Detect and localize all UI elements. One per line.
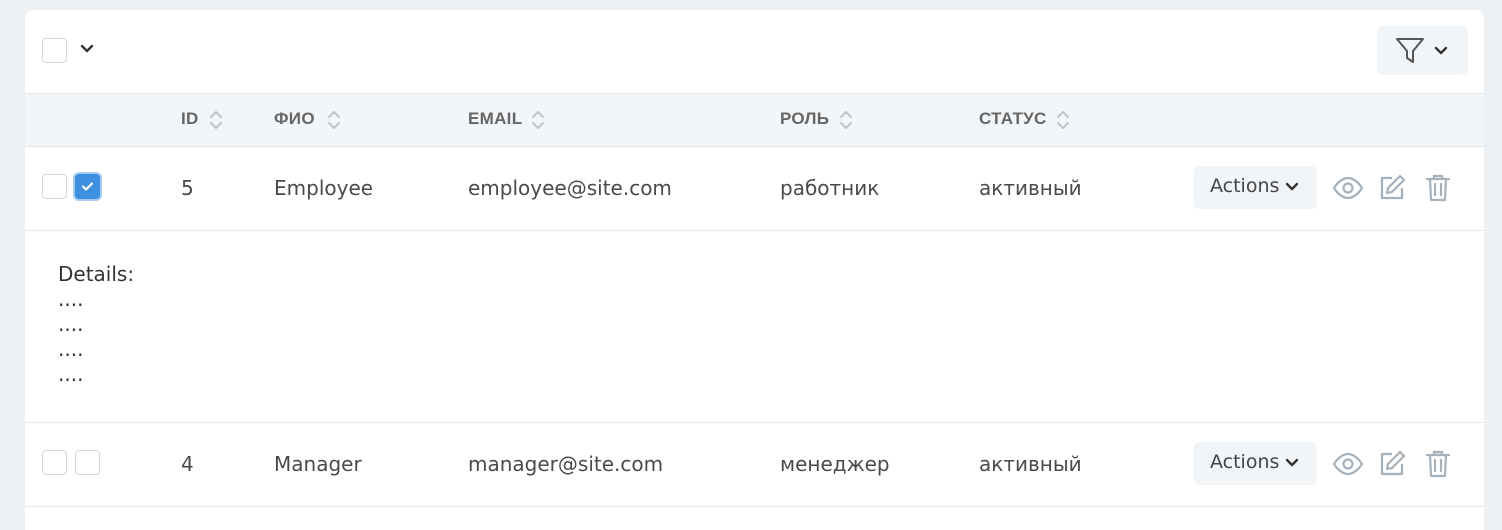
row-select-checkbox[interactable]	[75, 450, 100, 475]
eye-icon[interactable]	[1332, 452, 1364, 476]
filter-chevron-down-icon	[1434, 46, 1448, 55]
cell-email: employee@site.com	[468, 176, 672, 200]
column-header-role[interactable]: РОЛЬ	[780, 94, 829, 146]
details-line: ....	[58, 362, 84, 386]
column-header-email[interactable]: EMAIL	[468, 94, 522, 146]
actions-dropdown-button[interactable]: Actions	[1194, 442, 1317, 485]
column-header-id[interactable]: ID	[181, 94, 199, 146]
details-line: ....	[58, 337, 84, 361]
cell-role: менеджер	[780, 452, 890, 476]
chevron-down-icon	[1285, 458, 1299, 467]
sort-icon[interactable]	[1056, 109, 1070, 131]
column-header-label: ID	[181, 109, 199, 128]
column-header-label: EMAIL	[468, 109, 523, 128]
cell-role: работник	[780, 176, 880, 200]
cell-fio: Employee	[274, 176, 374, 200]
column-header-label: СТАТУС	[979, 109, 1047, 128]
bulk-select-chevron-down-icon[interactable]	[80, 44, 94, 54]
table-toolbar	[25, 10, 1484, 94]
cell-fio: Manager	[274, 452, 362, 476]
cell-status: активный	[979, 176, 1082, 200]
trash-icon[interactable]	[1425, 449, 1451, 479]
column-header-status[interactable]: СТАТУС	[979, 94, 1047, 146]
cell-status: активный	[979, 452, 1082, 476]
row-select-checkbox[interactable]	[75, 174, 100, 199]
cell-id: 5	[181, 176, 194, 200]
actions-dropdown-button[interactable]: Actions	[1194, 166, 1317, 209]
filter-icon	[1396, 38, 1424, 63]
select-all-checkbox[interactable]	[42, 38, 67, 63]
column-header-fio[interactable]: ФИО	[274, 94, 315, 146]
column-header-label: ФИО	[274, 109, 315, 128]
table-row[interactable]: 5 Employee employee@site.com работник ак…	[25, 147, 1484, 231]
row-expand-toggle[interactable]	[42, 450, 67, 475]
actions-label: Actions	[1210, 175, 1280, 197]
checkmark-icon	[82, 182, 93, 191]
filter-button[interactable]	[1377, 26, 1468, 75]
eye-icon[interactable]	[1332, 176, 1364, 200]
edit-icon[interactable]	[1378, 174, 1406, 202]
row-details-panel: Details: .... .... .... ....	[25, 231, 1484, 423]
sort-icon[interactable]	[839, 109, 853, 131]
row-expand-toggle[interactable]	[42, 174, 67, 199]
trash-icon[interactable]	[1425, 173, 1451, 203]
cell-email: manager@site.com	[468, 452, 664, 476]
details-line: ....	[58, 312, 84, 336]
sort-icon[interactable]	[327, 109, 341, 131]
column-header-label: РОЛЬ	[780, 109, 830, 128]
cell-id: 4	[181, 452, 194, 476]
table-header: ID ФИО EMAIL РОЛЬ СТАТУС	[25, 94, 1484, 147]
table-row[interactable]: 4 Manager manager@site.com менеджер акти…	[25, 423, 1484, 507]
details-title: Details:	[58, 262, 135, 286]
edit-icon[interactable]	[1378, 450, 1406, 478]
sort-icon[interactable]	[209, 109, 223, 131]
sort-icon[interactable]	[531, 109, 545, 131]
actions-label: Actions	[1210, 451, 1280, 473]
users-table-card: ID ФИО EMAIL РОЛЬ СТАТУС 5 Employee empl…	[25, 10, 1484, 530]
details-line: ....	[58, 287, 84, 311]
chevron-down-icon	[1285, 182, 1299, 191]
